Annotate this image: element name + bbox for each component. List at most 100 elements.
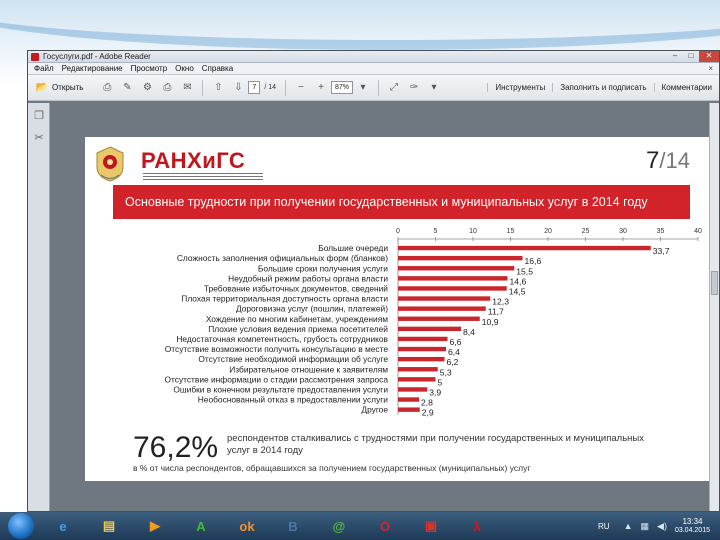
tray-arrow-icon[interactable]: ▲ bbox=[624, 521, 633, 531]
x-tick-label: 5 bbox=[434, 228, 438, 235]
bar bbox=[398, 266, 515, 271]
page-up-icon[interactable]: ⇧ bbox=[211, 81, 225, 95]
start-button[interactable] bbox=[8, 513, 34, 539]
toolbar-right: Инструменты Заполнить и подписать Коммен… bbox=[487, 83, 719, 92]
category-label: Дороговизна услуг (пошлин, платежей) bbox=[236, 304, 388, 314]
bar-value-label: 14,5 bbox=[509, 286, 526, 296]
bar-value-label: 33,7 bbox=[653, 246, 670, 256]
menu-window[interactable]: Окно bbox=[175, 64, 194, 73]
bar-value-label: 6,6 bbox=[450, 337, 462, 347]
media-player-taskbar-icon[interactable]: ▶ bbox=[138, 514, 172, 538]
icq-taskbar-icon[interactable]: @ bbox=[322, 514, 356, 538]
bar-value-label: 2,8 bbox=[421, 398, 433, 408]
page-number-input[interactable]: 7 bbox=[248, 81, 261, 94]
minimize-button[interactable]: – bbox=[667, 51, 683, 62]
tools-button[interactable]: Инструменты bbox=[487, 83, 552, 92]
slide-page-current: 7 bbox=[646, 147, 660, 174]
opera-taskbar-icon[interactable]: O bbox=[368, 514, 402, 538]
page-down-icon[interactable]: ⇩ bbox=[231, 81, 245, 95]
menu-edit[interactable]: Редактирование bbox=[62, 64, 123, 73]
clock-date: 03.04.2015 bbox=[674, 527, 710, 534]
attachments-icon[interactable]: ✂ bbox=[32, 131, 46, 145]
menu-file[interactable]: Файл bbox=[34, 64, 54, 73]
zoom-dropdown-icon[interactable]: ▾ bbox=[356, 81, 370, 95]
menu-help[interactable]: Справка bbox=[202, 64, 233, 73]
bar-value-label: 5 bbox=[438, 377, 443, 387]
zoom-out-icon[interactable]: − bbox=[294, 81, 308, 95]
category-label: Избирательное отношение к заявителям bbox=[229, 364, 388, 374]
scrollbar-thumb[interactable] bbox=[711, 271, 718, 295]
category-label: Неудобный режим работы органа власти bbox=[228, 273, 388, 283]
decorative-wave bbox=[0, 0, 720, 50]
category-label: Отсутствие необходимой информации об усл… bbox=[198, 354, 388, 364]
toolbar-divider bbox=[285, 79, 287, 96]
big-percent: 76,2% bbox=[133, 431, 219, 464]
document-area: РАНХиГС 7/14 Основные трудности при полу… bbox=[50, 103, 719, 511]
fit-page-icon[interactable]: ⤢ bbox=[387, 81, 401, 95]
bar-value-label: 10,9 bbox=[482, 317, 499, 327]
maximize-button[interactable]: □ bbox=[683, 51, 699, 62]
category-label: Необоснованный отказ в предоставлении ус… bbox=[198, 395, 389, 405]
window-controls: – □ ✕ bbox=[667, 51, 719, 62]
reader-app-icon bbox=[31, 52, 39, 61]
x-tick-label: 20 bbox=[544, 228, 552, 235]
edit-icon[interactable]: ✎ bbox=[120, 81, 134, 95]
bar-value-label: 2,9 bbox=[422, 408, 434, 418]
adobe-reader-taskbar-icon[interactable]: λ bbox=[460, 514, 494, 538]
summary-text: респондентов сталкивались с трудностями … bbox=[227, 433, 644, 456]
page-thumbnails-icon[interactable]: ❐ bbox=[32, 109, 46, 123]
internet-explorer-taskbar-icon[interactable]: e bbox=[46, 514, 80, 538]
open-folder-icon[interactable]: 📂 bbox=[35, 81, 49, 95]
zoom-input[interactable]: 87% bbox=[331, 81, 354, 94]
bar bbox=[398, 336, 448, 342]
vertical-scrollbar[interactable] bbox=[709, 103, 719, 511]
comments-button[interactable]: Комментарии bbox=[653, 83, 719, 92]
bar bbox=[398, 407, 420, 412]
pdf-page: РАНХиГС 7/14 Основные трудности при полу… bbox=[85, 137, 710, 481]
bar-value-label: 3,9 bbox=[429, 387, 441, 397]
category-label: Большие очереди bbox=[318, 243, 388, 253]
file-explorer-taskbar-icon[interactable]: ▤ bbox=[92, 514, 126, 538]
open-button[interactable]: Открыть bbox=[52, 83, 83, 92]
x-tick-label: 15 bbox=[507, 228, 515, 235]
menu-view[interactable]: Просмотр bbox=[131, 64, 168, 73]
fill-sign-button[interactable]: Заполнить и подписать bbox=[552, 83, 653, 92]
a-app-taskbar-icon[interactable]: A bbox=[184, 514, 218, 538]
bar bbox=[398, 377, 436, 382]
x-tick-label: 40 bbox=[694, 228, 702, 235]
comment-icon[interactable]: ✑ bbox=[407, 81, 421, 95]
x-tick-label: 30 bbox=[619, 228, 627, 235]
system-tray: RU ▲ ▦ ◀) 13:34 03.04.2015 bbox=[598, 517, 720, 535]
taskbar: e ▤ ▶ Aok B @ O ▣ λ RU ▲ ▦ ◀) 13:34 03.04.2015 bbox=[0, 512, 720, 540]
title-bar[interactable]: Госуслуги.pdf - Adobe Reader – □ ✕ bbox=[28, 51, 719, 63]
odnoklassniki-taskbar-icon[interactable]: ok bbox=[230, 514, 264, 538]
bar-value-label: 5,3 bbox=[440, 367, 452, 377]
bar bbox=[398, 367, 438, 372]
brand-subtitle-lines bbox=[143, 173, 263, 181]
media-app-taskbar-icon[interactable]: ▣ bbox=[414, 514, 448, 538]
more-icon[interactable]: ▾ bbox=[427, 81, 441, 95]
email-icon[interactable]: ✉ bbox=[180, 81, 194, 95]
clock[interactable]: 13:34 03.04.2015 bbox=[675, 517, 710, 535]
bar bbox=[398, 356, 445, 362]
print-icon[interactable]: ⎙ bbox=[160, 81, 174, 95]
difficulties-bar-chart: 0 5 10 15 20 25 30 35 40 Большие очереди 33,7 Сложн… bbox=[165, 228, 702, 418]
vkontakte-taskbar-icon[interactable]: B bbox=[276, 514, 310, 538]
toolbar: 📂 Открыть ⎙ ✎ ⚙ ⎙ ✉ ⇧ ⇩ 7 / 14 − + 87% ▾… bbox=[28, 75, 719, 101]
document-close-button[interactable]: × bbox=[708, 64, 713, 73]
x-tick-label: 10 bbox=[469, 228, 477, 235]
close-button[interactable]: ✕ bbox=[699, 51, 719, 62]
volume-icon[interactable]: ◀) bbox=[657, 521, 667, 532]
network-icon[interactable]: ▦ bbox=[641, 521, 650, 532]
bar bbox=[398, 346, 446, 352]
create-pdf-icon[interactable]: ⎙ bbox=[100, 81, 114, 95]
settings-icon[interactable]: ⚙ bbox=[140, 81, 154, 95]
zoom-in-icon[interactable]: + bbox=[314, 81, 328, 95]
bar bbox=[398, 306, 486, 311]
category-label: Плохая территориальная доступность орган… bbox=[181, 294, 388, 304]
category-label: Хождение по многим кабинетам, учреждения… bbox=[206, 314, 388, 324]
navigation-panel: ❐ ✂ bbox=[28, 103, 50, 511]
category-label: Требование избыточных документов, сведен… bbox=[204, 283, 388, 293]
language-indicator[interactable]: RU bbox=[598, 522, 610, 531]
bar bbox=[398, 296, 491, 301]
